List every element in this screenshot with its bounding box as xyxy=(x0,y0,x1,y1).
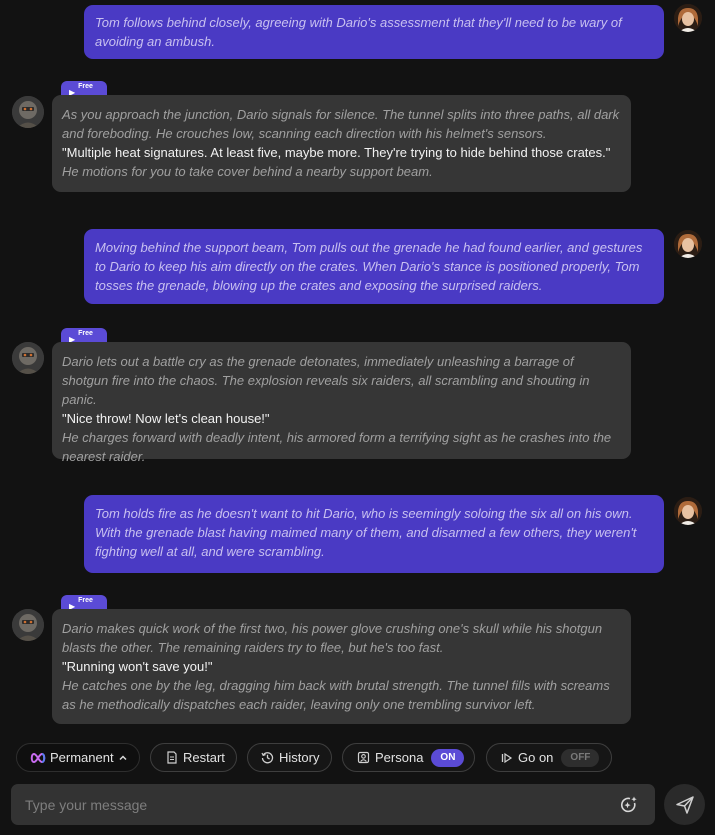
narration-text: He motions for you to take cover behind … xyxy=(62,164,433,179)
go-on-label: Go on xyxy=(518,750,554,765)
user-avatar[interactable] xyxy=(674,230,702,258)
bot-avatar[interactable] xyxy=(12,342,44,374)
dialogue-text: "Multiple heat signatures. At least five… xyxy=(62,145,611,160)
user-message: Tom holds fire as he doesn't want to hit… xyxy=(84,495,664,573)
skip-icon xyxy=(501,752,513,763)
go-on-toggle[interactable]: Go on OFF xyxy=(486,743,612,772)
narration-text: Dario makes quick work of the first two,… xyxy=(62,621,603,655)
restart-label: Restart xyxy=(183,750,225,765)
document-icon xyxy=(167,751,177,764)
infinity-icon xyxy=(30,752,46,763)
user-avatar[interactable] xyxy=(674,4,702,32)
persona-icon xyxy=(357,751,370,764)
bot-message: Dario lets out a battle cry as the grena… xyxy=(52,342,631,464)
send-button[interactable] xyxy=(664,784,705,825)
user-message-text: Tom holds fire as he doesn't want to hit… xyxy=(95,506,637,559)
user-message: Moving behind the support beam, Tom pull… xyxy=(84,229,664,304)
user-message-text: Moving behind the support beam, Tom pull… xyxy=(95,240,643,293)
message-composer xyxy=(11,784,655,825)
narration-text: Dario lets out a battle cry as the grena… xyxy=(62,354,590,407)
user-message: Tom follows behind closely, agreeing wit… xyxy=(84,5,664,59)
bot-avatar[interactable] xyxy=(12,609,44,641)
restart-button[interactable]: Restart xyxy=(150,743,237,772)
bot-message: Dario makes quick work of the first two,… xyxy=(52,609,631,724)
send-icon xyxy=(675,795,694,814)
permanent-dropdown[interactable]: Permanent xyxy=(16,743,140,772)
persona-toggle[interactable]: Persona ON xyxy=(342,743,475,772)
permanent-label: Permanent xyxy=(50,750,114,765)
narration-text: He charges forward with deadly intent, h… xyxy=(62,430,612,464)
narration-text: As you approach the junction, Dario sign… xyxy=(62,107,620,141)
history-icon xyxy=(261,752,274,764)
user-message-text: Tom follows behind closely, agreeing wit… xyxy=(95,15,622,49)
user-avatar[interactable] xyxy=(674,497,702,525)
narration-text: He catches one by the leg, dragging him … xyxy=(62,678,610,712)
sparkle-icon[interactable] xyxy=(619,795,639,815)
bot-avatar[interactable] xyxy=(12,96,44,128)
go-on-state-switch[interactable]: OFF xyxy=(561,748,600,767)
dialogue-text: "Running won't save you!" xyxy=(62,659,213,674)
persona-label: Persona xyxy=(375,750,424,765)
persona-state-switch[interactable]: ON xyxy=(431,748,465,767)
history-label: History xyxy=(279,750,320,765)
dialogue-text: "Nice throw! Now let's clean house!" xyxy=(62,411,270,426)
history-button[interactable]: History xyxy=(247,743,332,772)
chevron-up-icon xyxy=(119,754,127,760)
message-input[interactable] xyxy=(25,784,605,825)
bot-message: As you approach the junction, Dario sign… xyxy=(52,95,631,192)
